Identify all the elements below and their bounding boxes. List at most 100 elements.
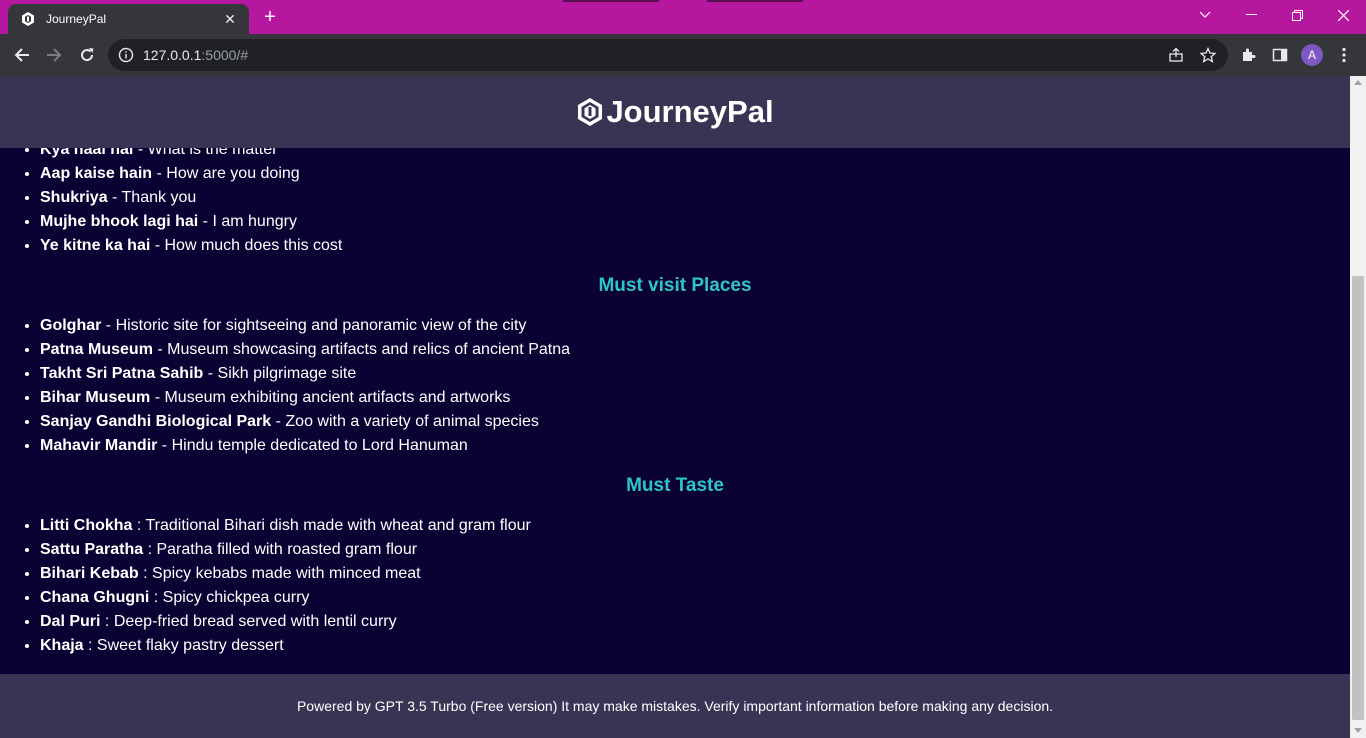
item-term: Mujhe bhook lagi hai xyxy=(40,213,199,230)
item-term: Sanjay Gandhi Biological Park xyxy=(40,413,272,430)
phrases-list: Kya haal hai - What is the matter Aap ka… xyxy=(0,138,1350,258)
back-arrow-icon[interactable] xyxy=(8,41,36,69)
tab-strip-marker xyxy=(563,0,659,2)
page-scrollbar[interactable] xyxy=(1350,76,1366,738)
list-item: Patna Museum - Museum showcasing artifac… xyxy=(40,338,1350,362)
item-term: Sattu Paratha xyxy=(40,541,144,558)
item-separator: : xyxy=(149,589,163,606)
list-item: Takht Sri Patna Sahib - Sikh pilgrimage … xyxy=(40,362,1350,386)
item-separator: - xyxy=(198,213,213,230)
reload-icon[interactable] xyxy=(73,41,101,69)
item-desc: Sweet flaky pastry dessert xyxy=(96,637,284,654)
new-tab-button[interactable]: + xyxy=(260,6,280,28)
item-term: Litti Chokha xyxy=(40,517,133,534)
list-item: Khaja : Sweet flaky pastry dessert xyxy=(40,634,1350,658)
tab-close-icon[interactable]: ✕ xyxy=(221,10,239,28)
restore-icon[interactable] xyxy=(1274,0,1320,30)
list-item: Shukriya - Thank you xyxy=(40,186,1350,210)
section-title-taste: Must Taste xyxy=(626,475,724,496)
brand-name: JourneyPal xyxy=(606,94,774,129)
list-item: Bihar Museum - Museum exhibiting ancient… xyxy=(40,386,1350,410)
favicon-icon xyxy=(20,11,36,27)
item-term: Ye kitne ka hai xyxy=(40,237,151,254)
list-item: Chana Ghugni : Spicy chickpea curry xyxy=(40,586,1350,610)
brand[interactable]: JourneyPal xyxy=(576,94,774,130)
close-icon[interactable] xyxy=(1320,0,1366,30)
item-separator: - xyxy=(101,317,116,334)
item-desc: Traditional Bihari dish made with wheat … xyxy=(145,517,531,534)
item-separator: - xyxy=(203,365,218,382)
list-item: Sattu Paratha : Paratha filled with roas… xyxy=(40,538,1350,562)
brand-logo-icon xyxy=(578,98,603,126)
site-info-icon[interactable] xyxy=(118,47,134,63)
item-desc: How are you doing xyxy=(166,165,300,182)
kebab-menu-icon[interactable] xyxy=(1333,44,1355,66)
item-desc: Deep-fried bread served with lentil curr… xyxy=(113,613,397,630)
scroll-up-arrow-icon[interactable] xyxy=(1354,80,1362,85)
item-desc: Historic site for sightseeing and panora… xyxy=(115,317,527,334)
item-desc: Paratha filled with roasted gram flour xyxy=(156,541,418,558)
list-item: Mujhe bhook lagi hai - I am hungry xyxy=(40,210,1350,234)
list-item: Litti Chokha : Traditional Bihari dish m… xyxy=(40,514,1350,538)
item-separator: - xyxy=(157,437,172,454)
taste-list: Litti Chokha : Traditional Bihari dish m… xyxy=(0,514,1350,658)
item-separator: : xyxy=(143,541,157,558)
item-desc: I am hungry xyxy=(212,213,297,230)
item-term: Dal Puri xyxy=(40,613,101,630)
item-separator: - xyxy=(107,189,122,206)
footer-disclaimer: Powered by GPT 3.5 Turbo (Free version) … xyxy=(296,698,1054,714)
item-term: Golghar xyxy=(40,317,102,334)
scroll-down-arrow-icon[interactable] xyxy=(1354,728,1362,733)
browser-toolbar: 127.0.0.1:5000/# A xyxy=(0,34,1366,76)
forward-arrow-icon[interactable] xyxy=(40,41,68,69)
item-separator: - xyxy=(152,341,168,358)
share-icon[interactable] xyxy=(1166,45,1186,65)
list-item: Mahavir Mandir - Hindu temple dedicated … xyxy=(40,434,1350,458)
item-separator: - xyxy=(152,165,167,182)
list-item: Golghar - Historic site for sightseeing … xyxy=(40,314,1350,338)
item-desc: Spicy chickpea curry xyxy=(162,589,310,606)
bookmark-star-icon[interactable] xyxy=(1198,45,1218,65)
item-term: Khaja xyxy=(40,637,84,654)
browser-tab-active[interactable]: JourneyPal ✕ xyxy=(8,4,249,34)
tab-title: JourneyPal xyxy=(46,12,107,26)
item-desc: Thank you xyxy=(121,189,197,206)
places-list: Golghar - Historic site for sightseeing … xyxy=(0,314,1350,458)
item-desc: Sikh pilgrimage site xyxy=(217,365,357,382)
item-desc: Zoo with a variety of animal species xyxy=(285,413,539,430)
item-separator: - xyxy=(271,413,286,430)
list-item: Bihari Kebab : Spicy kebabs made with mi… xyxy=(40,562,1350,586)
tab-strip-marker xyxy=(707,0,803,2)
item-desc: Museum showcasing artifacts and relics o… xyxy=(167,341,571,358)
extensions-icon[interactable] xyxy=(1237,44,1259,66)
minimize-icon[interactable] xyxy=(1228,0,1274,30)
profile-avatar[interactable]: A xyxy=(1301,44,1323,66)
item-term: Bihari Kebab xyxy=(40,565,139,582)
item-term: Shukriya xyxy=(40,189,108,206)
item-separator: : xyxy=(83,637,97,654)
item-term: Chana Ghugni xyxy=(40,589,150,606)
site-footer: Powered by GPT 3.5 Turbo (Free version) … xyxy=(0,674,1350,738)
item-desc: How much does this cost xyxy=(164,237,343,254)
url-host: 127.0.0.1 xyxy=(143,47,202,63)
item-desc: Hindu temple dedicated to Lord Hanuman xyxy=(171,437,468,454)
list-item: Aap kaise hain - How are you doing xyxy=(40,162,1350,186)
page-viewport: JourneyPal Kya haal hai - What is the ma… xyxy=(0,76,1350,738)
scroll-thumb[interactable] xyxy=(1352,276,1364,720)
url-path: :5000/# xyxy=(201,47,249,63)
address-bar[interactable]: 127.0.0.1:5000/# xyxy=(108,39,1228,71)
list-item: Ye kitne ka hai - How much does this cos… xyxy=(40,234,1350,258)
list-item: Dal Puri : Deep-fried bread served with … xyxy=(40,610,1350,634)
side-panel-icon[interactable] xyxy=(1269,44,1291,66)
item-separator: - xyxy=(150,389,165,406)
item-separator: : xyxy=(100,613,114,630)
url-text: 127.0.0.1:5000/# xyxy=(143,47,248,63)
item-term: Mahavir Mandir xyxy=(40,437,158,454)
site-header: JourneyPal xyxy=(0,76,1350,148)
item-desc: Museum exhibiting ancient artifacts and … xyxy=(164,389,511,406)
item-term: Bihar Museum xyxy=(40,389,151,406)
item-term: Patna Museum xyxy=(40,341,153,358)
item-term: Takht Sri Patna Sahib xyxy=(40,365,204,382)
tab-search-icon[interactable] xyxy=(1182,0,1228,30)
item-separator: : xyxy=(132,517,146,534)
